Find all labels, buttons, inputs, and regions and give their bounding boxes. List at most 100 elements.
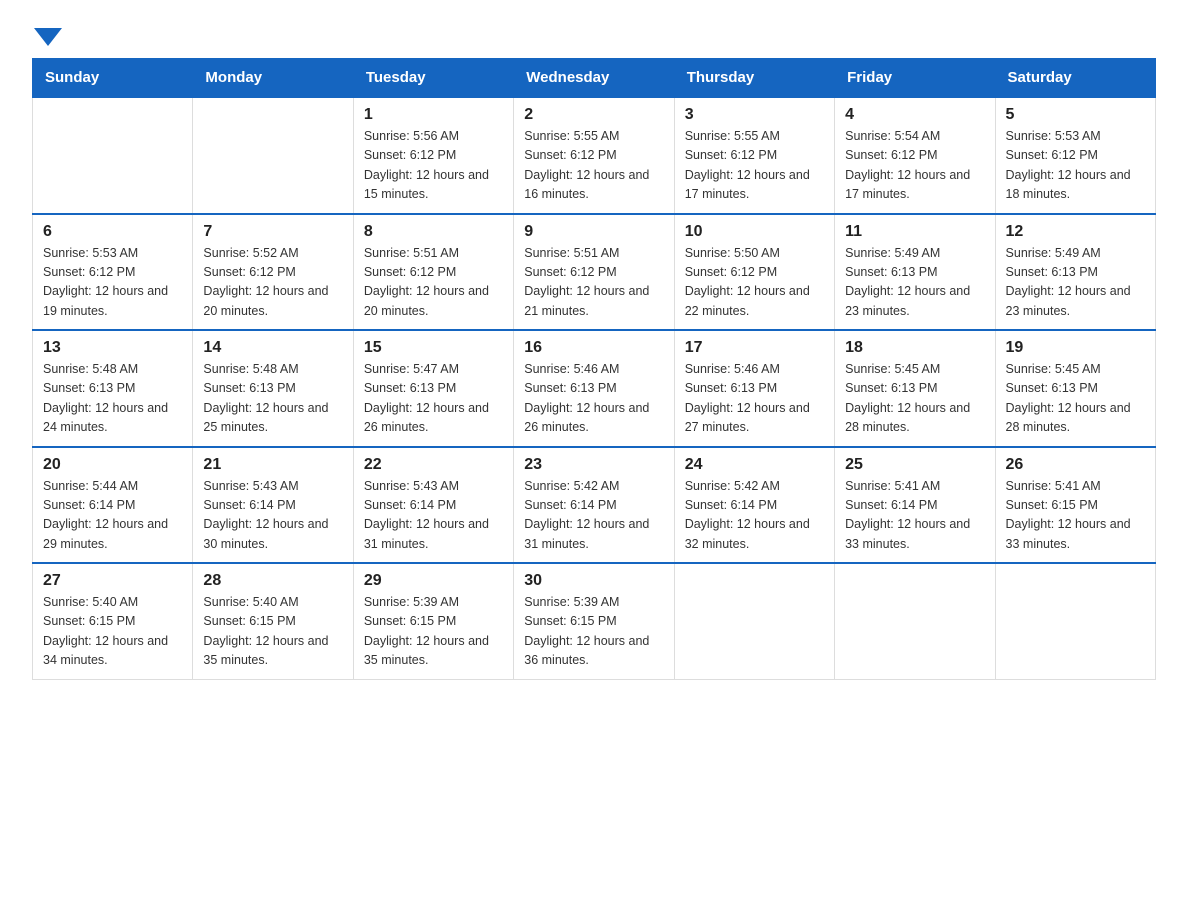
- day-number: 29: [364, 572, 503, 590]
- day-info: Sunrise: 5:43 AMSunset: 6:14 PMDaylight:…: [203, 477, 342, 555]
- day-number: 10: [685, 223, 824, 241]
- day-number: 24: [685, 456, 824, 474]
- calendar-cell: 25Sunrise: 5:41 AMSunset: 6:14 PMDayligh…: [835, 447, 995, 564]
- logo: [32, 24, 62, 46]
- calendar-cell: 13Sunrise: 5:48 AMSunset: 6:13 PMDayligh…: [33, 330, 193, 447]
- calendar-cell: 30 Sunrise: 5:39 AMSunset: 6:15 PMDayligh…: [514, 563, 674, 679]
- day-number: 22: [364, 456, 503, 474]
- calendar-cell: 5 Sunrise: 5:53 AMSunset: 6:12 PMDaylight…: [995, 97, 1155, 214]
- day-info: Sunrise: 5:51 AMSunset: 6:12 PMDaylight:…: [364, 244, 503, 322]
- day-number: 9: [524, 223, 663, 241]
- day-number: 21: [203, 456, 342, 474]
- day-number: 15: [364, 339, 503, 357]
- day-number: 2: [524, 106, 663, 124]
- calendar-cell: 28 Sunrise: 5:40 AMSunset: 6:15 PMDayligh…: [193, 563, 353, 679]
- day-number: 18: [845, 339, 984, 357]
- calendar-cell: [193, 97, 353, 214]
- calendar-week-row: 13Sunrise: 5:48 AMSunset: 6:13 PMDayligh…: [33, 330, 1156, 447]
- day-info: Sunrise: 5:42 AMSunset: 6:14 PMDaylight:…: [524, 477, 663, 555]
- day-number: 28: [203, 572, 342, 590]
- calendar-cell: 21 Sunrise: 5:43 AMSunset: 6:14 PMDayligh…: [193, 447, 353, 564]
- day-info: Sunrise: 5:43 AMSunset: 6:14 PMDaylight:…: [364, 477, 503, 555]
- day-number: 30: [524, 572, 663, 590]
- day-number: 12: [1006, 223, 1145, 241]
- calendar-cell: 9 Sunrise: 5:51 AMSunset: 6:12 PMDaylight…: [514, 214, 674, 331]
- day-number: 20: [43, 456, 182, 474]
- day-info: Sunrise: 5:41 AMSunset: 6:15 PMDaylight:…: [1006, 477, 1145, 555]
- day-info: Sunrise: 5:56 AMSunset: 6:12 PMDaylight:…: [364, 127, 503, 205]
- calendar-cell: 12Sunrise: 5:49 AMSunset: 6:13 PMDayligh…: [995, 214, 1155, 331]
- calendar-week-row: 1 Sunrise: 5:56 AMSunset: 6:12 PMDaylight…: [33, 97, 1156, 214]
- calendar-cell: 22 Sunrise: 5:43 AMSunset: 6:14 PMDayligh…: [353, 447, 513, 564]
- calendar-header-row: SundayMondayTuesdayWednesdayThursdayFrid…: [33, 59, 1156, 98]
- calendar-cell: 4 Sunrise: 5:54 AMSunset: 6:12 PMDaylight…: [835, 97, 995, 214]
- day-info: Sunrise: 5:46 AMSunset: 6:13 PMDaylight:…: [685, 360, 824, 438]
- calendar-week-row: 6Sunrise: 5:53 AMSunset: 6:12 PMDaylight…: [33, 214, 1156, 331]
- day-info: Sunrise: 5:55 AMSunset: 6:12 PMDaylight:…: [524, 127, 663, 205]
- day-number: 19: [1006, 339, 1145, 357]
- day-number: 6: [43, 223, 182, 241]
- calendar-cell: 23Sunrise: 5:42 AMSunset: 6:14 PMDayligh…: [514, 447, 674, 564]
- day-info: Sunrise: 5:46 AMSunset: 6:13 PMDaylight:…: [524, 360, 663, 438]
- day-info: Sunrise: 5:48 AMSunset: 6:13 PMDaylight:…: [43, 360, 182, 438]
- calendar-week-row: 27 Sunrise: 5:40 AMSunset: 6:15 PMDayligh…: [33, 563, 1156, 679]
- day-number: 27: [43, 572, 182, 590]
- calendar-header-tuesday: Tuesday: [353, 59, 513, 98]
- day-info: Sunrise: 5:49 AMSunset: 6:13 PMDaylight:…: [845, 244, 984, 322]
- calendar-cell: [835, 563, 995, 679]
- day-info: Sunrise: 5:52 AMSunset: 6:12 PMDaylight:…: [203, 244, 342, 322]
- calendar-cell: 8 Sunrise: 5:51 AMSunset: 6:12 PMDaylight…: [353, 214, 513, 331]
- day-number: 4: [845, 106, 984, 124]
- day-number: 11: [845, 223, 984, 241]
- calendar-cell: [995, 563, 1155, 679]
- calendar-cell: 19 Sunrise: 5:45 AMSunset: 6:13 PMDayligh…: [995, 330, 1155, 447]
- day-info: Sunrise: 5:40 AMSunset: 6:15 PMDaylight:…: [203, 593, 342, 671]
- day-number: 26: [1006, 456, 1145, 474]
- calendar-cell: 1 Sunrise: 5:56 AMSunset: 6:12 PMDaylight…: [353, 97, 513, 214]
- calendar-cell: 2 Sunrise: 5:55 AMSunset: 6:12 PMDaylight…: [514, 97, 674, 214]
- day-number: 17: [685, 339, 824, 357]
- calendar-header-thursday: Thursday: [674, 59, 834, 98]
- calendar-header-saturday: Saturday: [995, 59, 1155, 98]
- calendar-header-wednesday: Wednesday: [514, 59, 674, 98]
- calendar-cell: 15 Sunrise: 5:47 AMSunset: 6:13 PMDayligh…: [353, 330, 513, 447]
- day-info: Sunrise: 5:42 AMSunset: 6:14 PMDaylight:…: [685, 477, 824, 555]
- day-info: Sunrise: 5:53 AMSunset: 6:12 PMDaylight:…: [1006, 127, 1145, 205]
- calendar-header-monday: Monday: [193, 59, 353, 98]
- header: [32, 24, 1156, 46]
- calendar-header-friday: Friday: [835, 59, 995, 98]
- calendar-week-row: 20 Sunrise: 5:44 AMSunset: 6:14 PMDayligh…: [33, 447, 1156, 564]
- calendar-cell: 20 Sunrise: 5:44 AMSunset: 6:14 PMDayligh…: [33, 447, 193, 564]
- day-info: Sunrise: 5:39 AMSunset: 6:15 PMDaylight:…: [524, 593, 663, 671]
- calendar-cell: [33, 97, 193, 214]
- calendar-cell: 3 Sunrise: 5:55 AMSunset: 6:12 PMDaylight…: [674, 97, 834, 214]
- calendar-cell: 29Sunrise: 5:39 AMSunset: 6:15 PMDayligh…: [353, 563, 513, 679]
- day-info: Sunrise: 5:45 AMSunset: 6:13 PMDaylight:…: [1006, 360, 1145, 438]
- day-info: Sunrise: 5:48 AMSunset: 6:13 PMDaylight:…: [203, 360, 342, 438]
- day-number: 8: [364, 223, 503, 241]
- day-info: Sunrise: 5:55 AMSunset: 6:12 PMDaylight:…: [685, 127, 824, 205]
- day-number: 5: [1006, 106, 1145, 124]
- day-number: 25: [845, 456, 984, 474]
- calendar-cell: 10Sunrise: 5:50 AMSunset: 6:12 PMDayligh…: [674, 214, 834, 331]
- day-info: Sunrise: 5:40 AMSunset: 6:15 PMDaylight:…: [43, 593, 182, 671]
- calendar-cell: 6Sunrise: 5:53 AMSunset: 6:12 PMDaylight…: [33, 214, 193, 331]
- day-info: Sunrise: 5:44 AMSunset: 6:14 PMDaylight:…: [43, 477, 182, 555]
- day-info: Sunrise: 5:47 AMSunset: 6:13 PMDaylight:…: [364, 360, 503, 438]
- calendar-cell: 7 Sunrise: 5:52 AMSunset: 6:12 PMDaylight…: [193, 214, 353, 331]
- day-number: 1: [364, 106, 503, 124]
- day-number: 7: [203, 223, 342, 241]
- calendar-cell: 24 Sunrise: 5:42 AMSunset: 6:14 PMDayligh…: [674, 447, 834, 564]
- day-number: 16: [524, 339, 663, 357]
- calendar-cell: 14 Sunrise: 5:48 AMSunset: 6:13 PMDayligh…: [193, 330, 353, 447]
- day-info: Sunrise: 5:51 AMSunset: 6:12 PMDaylight:…: [524, 244, 663, 322]
- calendar-cell: 16 Sunrise: 5:46 AMSunset: 6:13 PMDayligh…: [514, 330, 674, 447]
- calendar-header-sunday: Sunday: [33, 59, 193, 98]
- calendar-cell: 26 Sunrise: 5:41 AMSunset: 6:15 PMDayligh…: [995, 447, 1155, 564]
- calendar-cell: [674, 563, 834, 679]
- day-number: 14: [203, 339, 342, 357]
- calendar-table: SundayMondayTuesdayWednesdayThursdayFrid…: [32, 58, 1156, 680]
- day-number: 3: [685, 106, 824, 124]
- calendar-cell: 11 Sunrise: 5:49 AMSunset: 6:13 PMDayligh…: [835, 214, 995, 331]
- day-info: Sunrise: 5:54 AMSunset: 6:12 PMDaylight:…: [845, 127, 984, 205]
